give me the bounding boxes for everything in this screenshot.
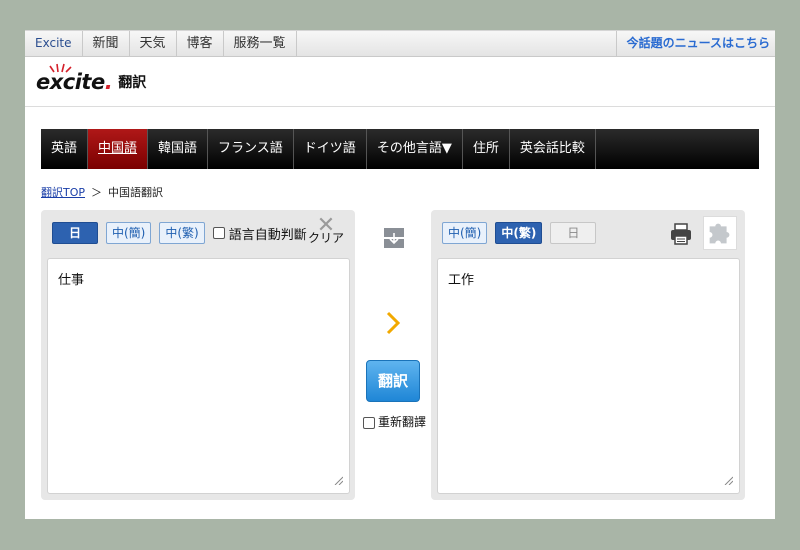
top-link-blog[interactable]: 博客 <box>177 31 224 57</box>
source-lang-simplified[interactable]: 中(簡) <box>106 222 152 244</box>
lang-tab-conversation[interactable]: 英会話比較 <box>510 129 596 169</box>
clear-button[interactable]: ✕ クリア <box>308 215 345 245</box>
breadcrumb-separator: ＞ <box>91 186 103 199</box>
breadcrumb-current: 中国語翻訳 <box>108 186 164 199</box>
source-text: 仕事 <box>58 273 85 288</box>
trending-news-link[interactable]: 今話題のニュースはこちら <box>615 31 770 56</box>
clear-label: クリア <box>308 231 345 245</box>
lang-tab-french[interactable]: フランス語 <box>208 129 294 169</box>
puzzle-icon <box>709 223 730 244</box>
breadcrumb-home-link[interactable]: 翻訳TOP <box>41 186 85 199</box>
lang-tab-english[interactable]: 英語 <box>41 129 89 169</box>
source-panel: 日 中(簡) 中(繁) 語言自動判斷 ✕ クリア 仕事 <box>41 210 355 500</box>
target-lang-japanese[interactable]: 日 <box>550 222 597 244</box>
lang-tab-chinese[interactable]: 中国語 <box>88 129 149 169</box>
top-link-weather[interactable]: 天気 <box>130 31 177 57</box>
target-lang-traditional[interactable]: 中(繁) <box>495 222 543 244</box>
top-link-news[interactable]: 新聞 <box>83 31 130 57</box>
target-text: 工作 <box>448 273 475 288</box>
translate-button[interactable]: 翻訳 <box>366 360 420 402</box>
lang-tab-korean[interactable]: 韓国語 <box>148 129 209 169</box>
source-lang-japanese[interactable]: 日 <box>52 222 98 244</box>
retranslate-checkbox[interactable]: 重新翻譯 <box>362 416 426 429</box>
logo-dot: . <box>104 70 113 94</box>
source-toolbar: 日 中(簡) 中(繁) 語言自動判斷 ✕ クリア <box>52 215 347 244</box>
lang-tab-german[interactable]: ドイツ語 <box>294 129 367 169</box>
printer-icon[interactable] <box>669 222 693 246</box>
logo-service-name: 翻訳 <box>118 75 147 91</box>
direction-arrow-icon <box>386 311 401 335</box>
excite-logo[interactable]: excite . 翻訳 <box>36 63 147 97</box>
top-bar: Excite 新聞 天気 博客 服務一覧 今話題のニュースはこちら <box>25 30 775 57</box>
breadcrumb: 翻訳TOP ＞ 中国語翻訳 <box>41 184 163 200</box>
swap-languages-icon[interactable] <box>383 227 405 249</box>
target-text-output[interactable]: 工作 <box>437 258 740 494</box>
source-lang-traditional[interactable]: 中(繁) <box>159 222 205 244</box>
target-lang-simplified[interactable]: 中(簡) <box>442 222 488 244</box>
resize-grip-icon[interactable] <box>333 475 343 485</box>
header-divider <box>25 106 775 107</box>
auto-detect-checkbox-box[interactable] <box>212 227 225 239</box>
retranslate-checkbox-box[interactable] <box>363 417 375 429</box>
logo-rays-icon <box>49 63 72 73</box>
lang-tab-other[interactable]: その他言語▼ <box>367 129 463 169</box>
target-panel: 中(簡) 中(繁) 日 工作 <box>431 210 745 500</box>
lang-tab-address[interactable]: 住所 <box>463 129 510 169</box>
logo-wordmark: excite <box>36 70 105 94</box>
extension-button[interactable] <box>703 216 737 250</box>
auto-detect-label: 語言自動判斷 <box>228 227 307 243</box>
top-link-services[interactable]: 服務一覧 <box>224 31 297 57</box>
auto-detect-checkbox[interactable]: 語言自動判斷 <box>212 224 307 243</box>
top-link-excite[interactable]: Excite <box>25 31 83 57</box>
source-text-input[interactable]: 仕事 <box>47 258 350 494</box>
resize-grip-icon[interactable] <box>723 475 733 485</box>
language-nav: 英語 中国語 韓国語 フランス語 ドイツ語 その他言語▼ 住所 英会話比較 <box>41 129 759 169</box>
page-frame: Excite 新聞 天気 博客 服務一覧 今話題のニュースはこちら excite… <box>25 30 775 519</box>
top-links: Excite 新聞 天気 博客 服務一覧 <box>25 31 297 57</box>
